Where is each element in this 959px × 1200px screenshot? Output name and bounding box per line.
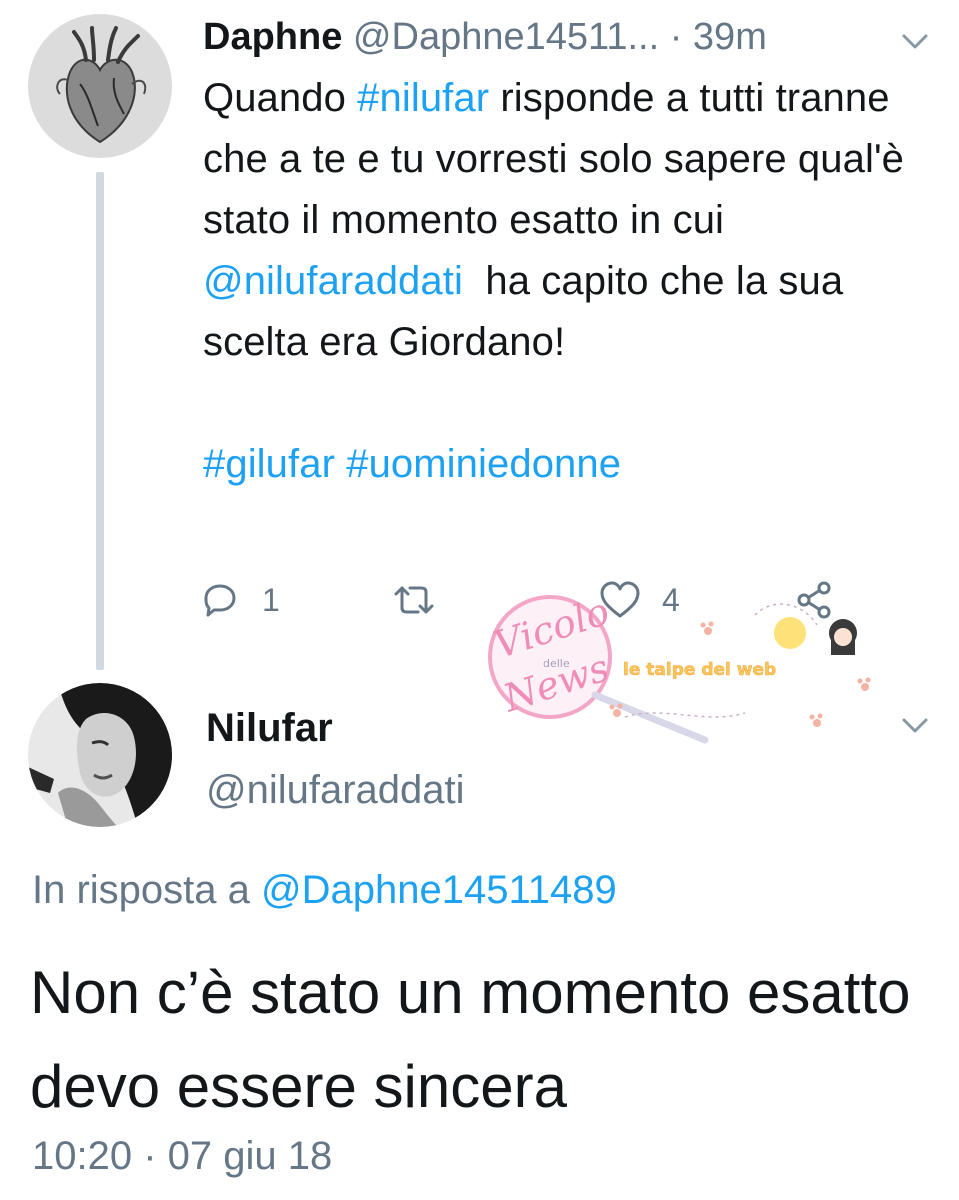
reply-count: 1	[262, 581, 280, 618]
profile-photo-icon	[28, 683, 172, 827]
tweet1-text: Quando #nilufar risponde a tutti tranne …	[203, 68, 923, 495]
tweet1-actions: 1 4	[200, 572, 840, 632]
share-button[interactable]	[794, 572, 834, 628]
reply-to-mention-link[interactable]: @Daphne14511489	[261, 868, 617, 912]
reply-context: In risposta a @Daphne14511489	[32, 864, 617, 916]
hashtag-link[interactable]: #gilufar	[203, 442, 335, 486]
tweet2-timestamp[interactable]: 10:20 · 07 giu 18	[32, 1130, 332, 1182]
tweet1-separator: ·	[659, 16, 693, 58]
tweet1-body: Quando #nilufar risponde a tutti tranne …	[203, 68, 923, 373]
tweet1-hashtags: #gilufar #uominiedonne	[203, 434, 923, 495]
tweet1-author-name[interactable]: Daphne	[203, 16, 342, 58]
reply-prefix: In risposta a	[32, 868, 262, 912]
watermark-brand-small: delle	[543, 657, 570, 670]
heart-icon	[600, 581, 640, 618]
like-count: 4	[662, 581, 680, 618]
tweet2-author-handle[interactable]: @nilufaraddati	[206, 765, 465, 815]
hashtag-link[interactable]: #nilufar	[357, 76, 489, 120]
hashtag-link[interactable]: #uominiedonne	[346, 442, 621, 486]
tweet1-menu-chevron-icon[interactable]	[898, 24, 932, 58]
tweet1-time[interactable]: 39m	[693, 16, 767, 58]
share-icon	[797, 581, 831, 619]
reply-icon	[204, 584, 236, 617]
nilufar-avatar[interactable]	[28, 683, 172, 827]
tweet2-menu-chevron-icon[interactable]	[898, 708, 932, 742]
tweet2-author-name[interactable]: Nilufar	[206, 703, 333, 753]
tweet1-text-part: Quando	[203, 76, 358, 120]
anatomical-heart-icon	[28, 14, 172, 158]
mention-link[interactable]: @nilufaraddati	[203, 259, 463, 303]
retweet-button[interactable]	[390, 572, 438, 628]
retweet-icon	[394, 586, 434, 614]
watermark-brand-line2: News	[497, 645, 614, 720]
like-button[interactable]: 4	[598, 572, 680, 628]
tweet1-author-handle[interactable]: @Daphne14511...	[353, 16, 659, 58]
thread-connector-line	[96, 172, 104, 670]
watermark-tagline: le talpe del web	[623, 660, 776, 680]
reply-button[interactable]: 1	[200, 572, 280, 628]
daphne-avatar[interactable]	[28, 14, 172, 158]
tweet2-text: Non c’è stato un momento esatto devo ess…	[30, 959, 911, 1120]
tweet1-header: Daphne @Daphne14511... · 39m	[203, 12, 883, 62]
